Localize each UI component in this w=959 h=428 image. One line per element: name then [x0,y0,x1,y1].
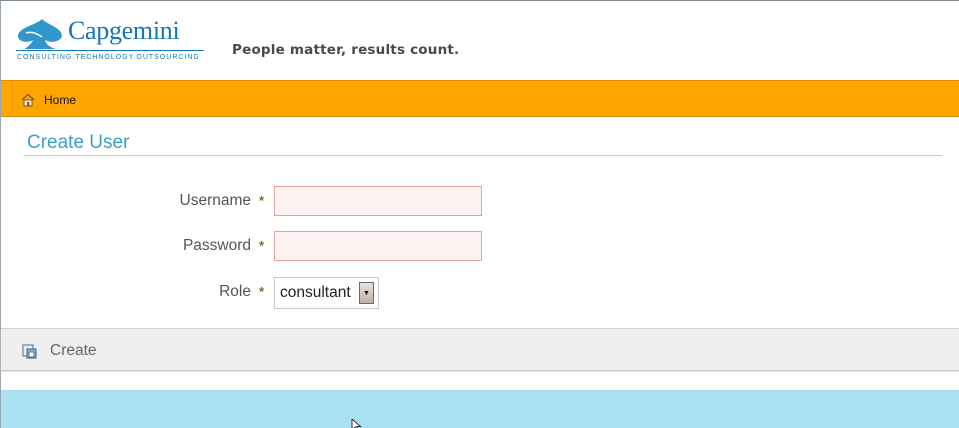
action-bar: Create [1,328,959,371]
capgemini-logo[interactable]: Capgemini CONSULTING.TECHNOLOGY.OUTSOURC… [16,15,208,65]
password-input[interactable] [274,231,482,261]
create-user-icon [22,344,37,359]
home-icon [21,93,35,106]
role-row: Role * consultant ▼ [1,277,601,309]
page-title: Create User [27,132,130,153]
logo-wordmark: Capgemini [68,16,180,45]
home-label: Home [44,92,77,107]
spade-logo-icon [17,19,62,49]
logo-rule [16,50,204,51]
username-input[interactable] [274,186,482,216]
home-link[interactable]: Home [20,81,76,118]
password-label: Password [182,237,251,254]
required-marker: * [259,238,265,253]
create-label: Create [50,341,97,359]
required-marker: * [259,193,265,208]
tagline: People matter, results count. [232,42,460,58]
role-label: Role [219,283,251,300]
create-button[interactable]: Create [21,329,97,372]
title-row: Create User [24,127,942,156]
dropdown-arrow-icon[interactable]: ▼ [359,282,374,304]
username-row: Username * [1,186,601,216]
required-marker: * [259,284,265,299]
footer-band [1,390,959,428]
role-select[interactable]: consultant ▼ [274,277,379,309]
logo-subtext: CONSULTING.TECHNOLOGY.OUTSOURCING [17,54,200,61]
role-select-value: consultant [280,284,351,301]
header: Capgemini CONSULTING.TECHNOLOGY.OUTSOURC… [1,1,959,80]
nav-bar: Home [1,80,959,117]
password-row: Password * [1,231,601,261]
username-label: Username [179,192,252,209]
mouse-pointer-icon [351,419,362,428]
page: Capgemini CONSULTING.TECHNOLOGY.OUTSOURC… [0,0,959,428]
